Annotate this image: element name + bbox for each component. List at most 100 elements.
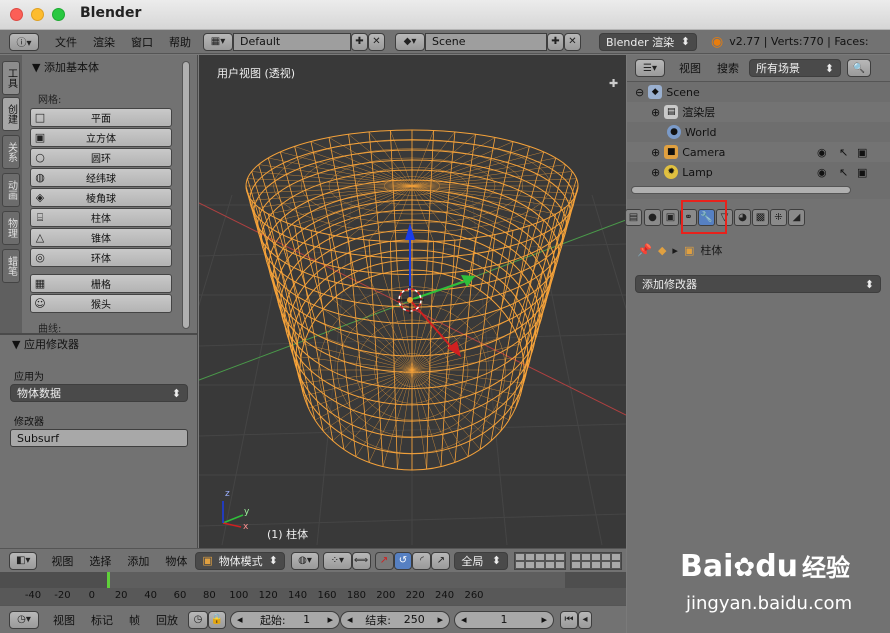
timeline-menu-frame[interactable]: 帧 bbox=[121, 612, 148, 628]
layer-toggle[interactable] bbox=[535, 560, 546, 569]
layer-toggle[interactable] bbox=[591, 560, 602, 569]
viewport-canvas[interactable] bbox=[199, 55, 626, 548]
add-monkey-button[interactable]: ☺ 猴头 bbox=[30, 294, 172, 313]
layer-toggle[interactable] bbox=[555, 560, 566, 569]
layer-toggle[interactable] bbox=[591, 552, 602, 561]
editor-type-3d-button[interactable]: ◧▾ bbox=[9, 551, 38, 570]
outliner-row-scene[interactable]: ⊖ ◆ Scene bbox=[627, 82, 890, 102]
tab-object[interactable]: ▣ bbox=[662, 209, 679, 226]
modifier-name-field[interactable]: Subsurf bbox=[10, 429, 188, 447]
properties-region-toggle-icon[interactable]: ✚ bbox=[609, 77, 623, 91]
timeline-menu-playback[interactable]: 回放 bbox=[148, 612, 186, 628]
add-circle-button[interactable]: ○ 圆环 bbox=[30, 148, 172, 167]
menu-object[interactable]: 物体 bbox=[157, 553, 195, 569]
operator-panel-header[interactable]: ▼ 应用修改器 bbox=[12, 336, 79, 352]
manipulator-rotate-button[interactable]: ↺ bbox=[393, 551, 413, 570]
close-window-button[interactable] bbox=[10, 8, 23, 21]
outliner-search-button[interactable]: 🔍 bbox=[847, 59, 871, 77]
interaction-mode-select[interactable]: ▣ 物体模式 ⬍ bbox=[195, 551, 285, 570]
apply-as-select[interactable]: 物体数据 ⬍ bbox=[10, 384, 188, 402]
menu-file[interactable]: 文件 bbox=[47, 34, 85, 50]
tab-render-layers[interactable]: ▤ bbox=[625, 209, 642, 226]
tab-physics[interactable]: 物理 bbox=[2, 211, 20, 245]
outliner-tree[interactable]: ⊖ ◆ Scene ⊕ ▤ 渲染层 ● World ⊕ ■ Camera ◉ ↖… bbox=[627, 82, 890, 199]
manipulator-scale-button[interactable]: ◜ bbox=[412, 551, 432, 570]
menu-add[interactable]: 添加 bbox=[119, 553, 157, 569]
delete-scene-button[interactable]: ✕ bbox=[564, 32, 581, 51]
expand-icon[interactable]: ⊕ bbox=[651, 166, 660, 179]
layer-toggle[interactable] bbox=[545, 560, 556, 569]
add-cone-button[interactable]: △ 锥体 bbox=[30, 228, 172, 247]
outliner-row-camera[interactable]: ⊕ ■ Camera ◉ ↖ ▣ bbox=[627, 142, 890, 162]
editor-type-info-button[interactable]: ⓘ▾ bbox=[9, 32, 39, 51]
layer-toggle[interactable] bbox=[555, 552, 566, 561]
add-screen-button[interactable]: ✚ bbox=[351, 32, 368, 51]
add-cylinder-button[interactable]: ⌸ 柱体 bbox=[30, 208, 172, 227]
current-frame-field[interactable]: ◂ 1 ▸ bbox=[454, 610, 554, 629]
add-cube-button[interactable]: ▣ 立方体 bbox=[30, 128, 172, 147]
layer-toggle[interactable] bbox=[525, 552, 536, 561]
outliner-row-render-layers[interactable]: ⊕ ▤ 渲染层 bbox=[627, 102, 890, 122]
expand-icon[interactable]: ⊕ bbox=[651, 106, 660, 119]
tab-tools[interactable]: 工具 bbox=[2, 61, 20, 95]
layer-toggle[interactable] bbox=[601, 560, 612, 569]
layer-toggle[interactable] bbox=[581, 560, 592, 569]
tab-physics[interactable]: ◢ bbox=[788, 209, 805, 226]
end-frame-field[interactable]: ◂ 结束: 250 ▸ bbox=[340, 610, 450, 629]
render-camera-icon[interactable]: ▣ bbox=[857, 146, 867, 159]
collapse-icon[interactable]: ⊖ bbox=[635, 86, 644, 99]
manipulator-toggle-button[interactable]: ⟺ bbox=[351, 551, 371, 570]
select-arrow-icon[interactable]: ↖ bbox=[839, 166, 848, 179]
transform-orientation-select[interactable]: 全局 ⬍ bbox=[454, 551, 509, 570]
timeline-menu-view[interactable]: 视图 bbox=[45, 612, 83, 628]
layer-toggle[interactable] bbox=[545, 552, 556, 561]
add-torus-button[interactable]: ◎ 环体 bbox=[30, 248, 172, 267]
tab-animation[interactable]: 动画 bbox=[2, 173, 20, 207]
expand-icon[interactable]: ⊕ bbox=[651, 146, 660, 159]
scene-field[interactable]: Scene bbox=[425, 32, 547, 51]
tab-particles[interactable]: ⁜ bbox=[770, 209, 787, 226]
layer-toggle[interactable] bbox=[535, 552, 546, 561]
tool-shelf-scrollbar[interactable] bbox=[182, 61, 190, 329]
tab-relations[interactable]: 关系 bbox=[2, 135, 20, 169]
timeline-menu-marker[interactable]: 标记 bbox=[83, 612, 121, 628]
menu-help[interactable]: 帮助 bbox=[161, 34, 199, 50]
layer-toggle[interactable] bbox=[581, 552, 592, 561]
pin-icon[interactable]: 📌 bbox=[637, 243, 652, 257]
delete-screen-button[interactable]: ✕ bbox=[368, 32, 385, 51]
render-camera-icon[interactable]: ▣ bbox=[857, 166, 867, 179]
layer-buttons[interactable] bbox=[514, 551, 626, 570]
screen-layout-field[interactable]: Default bbox=[233, 32, 351, 51]
screen-layout-browse-button[interactable]: ▦▾ bbox=[203, 32, 233, 51]
layer-toggle[interactable] bbox=[515, 560, 526, 569]
tab-scene[interactable]: ● bbox=[644, 209, 661, 226]
outliner-scrollbar[interactable] bbox=[631, 186, 851, 194]
add-plane-button[interactable]: □ 平面 bbox=[30, 108, 172, 127]
add-grid-button[interactable]: ▦ 栅格 bbox=[30, 274, 172, 293]
jump-to-keyframe-button[interactable]: ◂ bbox=[578, 610, 592, 629]
jump-to-start-button[interactable]: ⏮ bbox=[560, 610, 578, 629]
layer-toggle[interactable] bbox=[601, 552, 612, 561]
layer-toggle[interactable] bbox=[571, 560, 582, 569]
outliner-row-lamp[interactable]: ⊕ ✹ Lamp ◉ ↖ ▣ bbox=[627, 162, 890, 182]
layer-toggle[interactable] bbox=[611, 552, 622, 561]
3d-viewport[interactable]: 用户视图 (透视) (1) 柱体 z y x ✚ bbox=[199, 55, 626, 548]
outliner-menu-search[interactable]: 搜索 bbox=[709, 60, 747, 76]
start-frame-field[interactable]: ◂ 起始: 1 ▸ bbox=[230, 610, 340, 629]
outliner-menu-view[interactable]: 视图 bbox=[671, 60, 709, 76]
menu-select[interactable]: 选择 bbox=[81, 553, 119, 569]
tab-grease-pencil[interactable]: 蜡笔 bbox=[2, 249, 20, 283]
add-uv-sphere-button[interactable]: ◍ 经纬球 bbox=[30, 168, 172, 187]
layer-toggle[interactable] bbox=[611, 560, 622, 569]
add-ico-sphere-button[interactable]: ◈ 棱角球 bbox=[30, 188, 172, 207]
menu-window[interactable]: 窗口 bbox=[123, 34, 161, 50]
visibility-eye-icon[interactable]: ◉ bbox=[817, 146, 827, 159]
scene-browse-button[interactable]: ◆▾ bbox=[395, 32, 425, 51]
manipulator-extra-button[interactable]: ↗ bbox=[431, 551, 451, 570]
add-modifier-select[interactable]: 添加修改器 ⬍ bbox=[635, 275, 881, 293]
gizmo-z-arrow[interactable] bbox=[405, 223, 415, 240]
render-engine-select[interactable]: Blender 渲染 ⬍ bbox=[599, 32, 697, 51]
outliner-display-select[interactable]: 所有场景 ⬍ bbox=[749, 59, 841, 77]
outliner-row-world[interactable]: ● World bbox=[627, 122, 890, 142]
minimize-window-button[interactable] bbox=[31, 8, 44, 21]
